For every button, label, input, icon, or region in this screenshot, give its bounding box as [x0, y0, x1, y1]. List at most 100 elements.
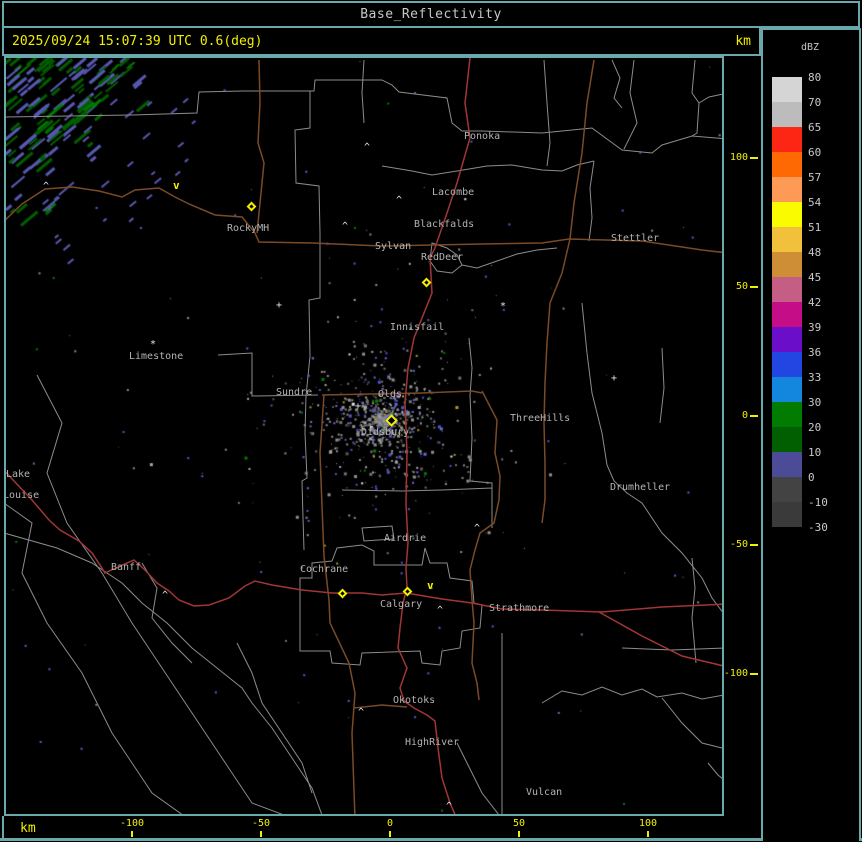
map-symbol-caret-icon: ^ — [358, 709, 364, 717]
map-symbol-plus-icon: + — [611, 375, 617, 383]
legend-swatch — [772, 427, 802, 452]
legend-tick-label: 0 — [808, 472, 815, 483]
map-symbol-caret-icon: ^ — [342, 223, 348, 231]
bottom-axis-unit-label: km — [20, 821, 36, 836]
map-symbol-plus-icon: + — [276, 302, 282, 310]
legend-swatch — [772, 352, 802, 377]
legend-swatch — [772, 477, 802, 502]
right-axis-tick — [750, 673, 758, 675]
wind-arrow-icon: v — [427, 582, 434, 590]
legend-tick-label: 36 — [808, 347, 821, 358]
bottom-axis-tick-label: -100 — [120, 819, 144, 829]
legend-swatch — [772, 377, 802, 402]
legend-swatch — [772, 152, 802, 177]
bottom-axis-tick — [518, 831, 520, 837]
window-title: Base_Reflectivity — [360, 7, 502, 22]
legend-tick-label: 65 — [808, 122, 821, 133]
radar-application: { "window": { "title": "Base_Reflectivit… — [0, 0, 862, 842]
legend-swatch — [772, 202, 802, 227]
map-symbol-caret-icon: ^ — [162, 592, 168, 600]
city-label-lacombe: Lacombe — [432, 188, 474, 198]
city-label-stettler: Stettler — [611, 234, 659, 244]
legend-swatch — [772, 77, 802, 102]
legend-swatch — [772, 302, 802, 327]
wind-arrow-icon: v — [173, 182, 180, 190]
legend-title: dBZ — [801, 42, 819, 53]
right-axis-tick-label: 0 — [742, 411, 748, 421]
bottom-axis-tick-label: 0 — [387, 819, 393, 829]
right-axis-tick — [750, 286, 758, 288]
bottom-axis-tick — [389, 831, 391, 837]
legend-tick-label: 39 — [808, 322, 821, 333]
legend-tick-label: 45 — [808, 272, 821, 283]
map-symbol-caret-icon: ^ — [474, 525, 480, 533]
city-label-calgary: Calgary — [380, 600, 422, 610]
city-label-threehills: ThreeHills — [510, 414, 570, 424]
city-label-lake: Lake — [6, 470, 30, 480]
legend-tick-label: 42 — [808, 297, 821, 308]
city-label-sylvan: Sylvan — [375, 242, 411, 252]
legend-swatch — [772, 127, 802, 152]
city-label-highriver: HighRiver — [405, 738, 459, 748]
legend-tick-label: 57 — [808, 172, 821, 183]
bottom-axis-tick-label: -50 — [252, 819, 270, 829]
bottom-axis-tick-label: 50 — [513, 819, 525, 829]
title-bar: Base_Reflectivity — [2, 1, 860, 28]
city-label-louise: Louise — [4, 491, 39, 501]
city-label-airdrie: Airdrie — [384, 534, 426, 544]
legend-swatch — [772, 177, 802, 202]
bottom-distance-axis: km -100 -50 0 50 100 — [2, 816, 761, 839]
legend-tick-label: 54 — [808, 197, 821, 208]
map-symbol-caret-icon: ^ — [396, 197, 402, 205]
legend-tick-label: -10 — [808, 497, 828, 508]
right-distance-axis: 100500-50-100 — [724, 56, 761, 816]
legend-tick-label: 48 — [808, 247, 821, 258]
radar-map-viewport[interactable]: Ponoka Lacombe Blackfalds Sylvan RedDeer Stet… — [6, 58, 722, 814]
legend-swatch — [772, 277, 802, 302]
map-symbol-caret-icon: ^ — [364, 144, 370, 152]
bottom-border-line — [0, 838, 862, 841]
legend-swatch — [772, 502, 802, 527]
legend-swatch — [772, 327, 802, 352]
right-axis-tick-label: 50 — [736, 282, 748, 292]
city-label-sundre: Sundre — [276, 388, 312, 398]
city-label-reddeer: RedDeer — [421, 253, 463, 263]
map-symbol-caret-icon: ^ — [446, 803, 452, 811]
city-label-limestone: Limestone — [129, 352, 183, 362]
right-axis-tick — [750, 157, 758, 159]
bottom-axis-tick-label: 100 — [639, 819, 657, 829]
city-label-ponoka: Ponoka — [464, 132, 500, 142]
right-axis-tick-label: -100 — [724, 669, 748, 679]
map-symbol-asterisk-icon: * — [150, 341, 156, 349]
legend-swatch — [772, 452, 802, 477]
scan-timestamp: 2025/09/24 15:07:39 UTC 0.6(deg) — [12, 34, 262, 49]
legend-tick-label: 80 — [808, 72, 821, 83]
city-label-blackfalds: Blackfalds — [414, 220, 474, 230]
city-label-drumheller: Drumheller — [610, 483, 670, 493]
legend-tick-label: 30 — [808, 397, 821, 408]
legend-tick-label: -30 — [808, 522, 828, 533]
radar-map-frame: Ponoka Lacombe Blackfalds Sylvan RedDeer Stet… — [4, 56, 724, 816]
info-bar: 2025/09/24 15:07:39 UTC 0.6(deg) km — [2, 28, 761, 56]
city-label-olds: Olds — [378, 390, 402, 400]
legend-swatch — [772, 102, 802, 127]
legend-tick-label: 33 — [808, 372, 821, 383]
legend-swatch — [772, 252, 802, 277]
legend-tick-label: 70 — [808, 97, 821, 108]
legend-tick-label: 20 — [808, 422, 821, 433]
dbz-legend-panel: dBZ 807065605754514845423936333020100-10… — [761, 28, 861, 841]
city-label-cochrane: Cochrane — [300, 565, 348, 575]
legend-swatch — [772, 402, 802, 427]
right-axis-tick-label: 100 — [730, 153, 748, 163]
legend-swatch — [772, 227, 802, 252]
map-symbol-caret-icon: ^ — [43, 183, 49, 191]
bottom-axis-tick — [131, 831, 133, 837]
city-label-rockymh: RockyMH — [227, 224, 269, 234]
map-symbol-caret-icon: ^ — [437, 607, 443, 615]
right-axis-tick — [750, 415, 758, 417]
city-label-strathmore: Strathmore — [489, 604, 549, 614]
legend-tick-label: 51 — [808, 222, 821, 233]
map-symbol-plus-icon: + — [355, 403, 361, 411]
right-axis-tick — [750, 544, 758, 546]
legend-tick-label: 60 — [808, 147, 821, 158]
